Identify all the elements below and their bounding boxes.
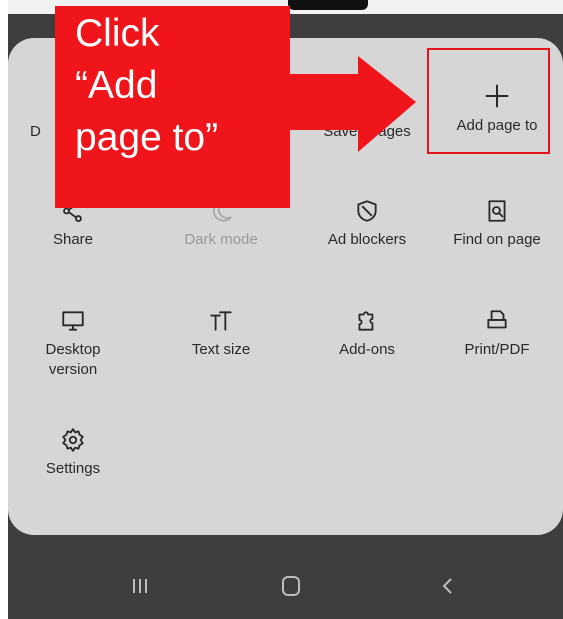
- menu-item-label: Desktop version: [45, 341, 101, 378]
- home-icon[interactable]: [276, 571, 306, 601]
- menu-item-label: Share: [52, 231, 94, 248]
- instruction-callout: Click “Add page to”: [55, 6, 290, 208]
- menu-item-print-pdf[interactable]: Print/PDF: [433, 308, 561, 360]
- menu-item-label: Text size: [191, 341, 251, 358]
- menu-item-label: Find on page: [453, 231, 541, 248]
- gear-icon: [62, 428, 84, 452]
- menu-item-add-ons[interactable]: Add-ons: [303, 308, 431, 360]
- menu-item-ad-blockers[interactable]: Ad blockers: [303, 198, 431, 250]
- find-icon: [488, 200, 506, 222]
- menu-item-label: Settings: [45, 460, 101, 477]
- menu-item-label: Dark mode: [184, 231, 258, 248]
- text-size-icon: [210, 311, 232, 331]
- callout-line: “Add: [75, 64, 158, 107]
- menu-item-desktop-version[interactable]: Desktop version: [9, 308, 137, 380]
- shield-icon: [357, 200, 377, 222]
- callout-line: page to”: [75, 116, 219, 159]
- arrow-right-icon: [288, 56, 416, 152]
- menu-item-text-size[interactable]: Text size: [157, 308, 285, 360]
- recent-apps-icon[interactable]: [125, 571, 155, 601]
- navigation-bar: [8, 555, 563, 619]
- desktop-icon: [62, 311, 84, 331]
- menu-item-settings[interactable]: Settings: [9, 427, 137, 479]
- back-icon[interactable]: [433, 571, 463, 601]
- menu-item-label: Print/PDF: [464, 341, 530, 358]
- camera-notch: [288, 0, 368, 10]
- menu-item-find-on-page[interactable]: Find on page: [433, 198, 561, 250]
- callout-line: Click: [75, 12, 160, 55]
- highlight-box: [427, 48, 550, 154]
- printer-icon: [487, 310, 507, 329]
- puzzle-icon: [358, 311, 374, 331]
- menu-item-label: Ad blockers: [327, 231, 407, 248]
- menu-item-label: Add-ons: [339, 341, 395, 358]
